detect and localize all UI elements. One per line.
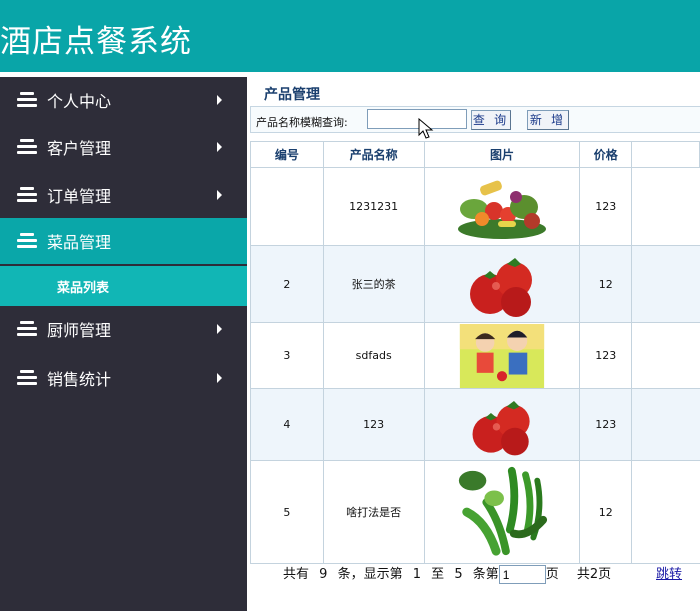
pager-page-prefix: 条第 (472, 567, 499, 582)
cell-id: 2 (250, 245, 324, 323)
vegetable-assortment-image[interactable] (451, 168, 552, 245)
table-header-row: 编号 产品名称 图片 价格 (250, 141, 700, 168)
sidebar-item-label: 客户管理 (47, 139, 112, 158)
stack-icon (17, 139, 37, 155)
mouse-cursor-icon (418, 118, 434, 139)
submenu-item-dish-list[interactable]: 菜品列表 (0, 266, 247, 306)
product-table: 编号 产品名称 图片 价格 1231231 123 2 张三的茶 12 3 sd… (250, 141, 700, 564)
chevron-right-icon (217, 373, 222, 383)
sidebar-item-customers[interactable]: 客户管理 (0, 124, 247, 170)
green-peppers-image[interactable] (452, 463, 552, 561)
column-header-actions (631, 141, 700, 168)
pager-to-word: 至 (431, 567, 445, 582)
cell-actions (631, 167, 700, 246)
table-row: 4 123 123 (250, 388, 700, 461)
sidebar-item-orders[interactable]: 订单管理 (0, 172, 247, 218)
cell-price: 12 (579, 245, 633, 323)
table-row: 5 啥打法是否 12 (250, 460, 700, 564)
query-button[interactable]: 查 询 (471, 110, 511, 130)
sidebar-item-dishes[interactable]: 菜品管理 (0, 218, 247, 264)
search-bar: 产品名称模糊查询: 查 询 新 增 (250, 106, 700, 133)
chevron-right-icon (217, 190, 222, 200)
cell-id: 4 (250, 388, 324, 461)
cell-actions (631, 322, 700, 389)
cell-actions (631, 460, 700, 564)
cell-name: 啥打法是否 (322, 460, 425, 564)
chevron-right-icon (217, 95, 222, 105)
app-title: 酒店点餐系统 (0, 24, 192, 60)
stack-icon (17, 370, 37, 386)
column-header-id: 编号 (250, 141, 324, 168)
sidebar-item-personal-center[interactable]: 个人中心 (0, 77, 247, 123)
pagination: 共有 9 条，显示第 1 至 5 条第 页 共2页 (283, 563, 611, 584)
search-label: 产品名称模糊查询: (256, 116, 348, 129)
cell-actions (631, 388, 700, 461)
sidebar: 个人中心 客户管理 订单管理 菜品管理 菜品列表 厨师管理 销售统计 (0, 77, 247, 611)
chevron-right-icon (217, 324, 222, 334)
cell-name: sdfads (322, 322, 425, 389)
table-row: 1231231 123 (250, 167, 700, 246)
tomatoes-image[interactable] (451, 246, 552, 322)
main-content: 产品管理 产品名称模糊查询: 查 询 新 增 编号 产品名称 图片 价格 123… (247, 77, 700, 611)
cell-price: 123 (579, 388, 633, 461)
cell-id: 5 (250, 460, 324, 564)
cell-price: 123 (579, 322, 633, 389)
cell-id: 3 (250, 322, 324, 389)
cell-price: 12 (579, 460, 633, 564)
stack-icon (17, 233, 37, 249)
table-row: 3 sdfads 123 (250, 322, 700, 389)
add-button[interactable]: 新 增 (527, 110, 569, 130)
cell-image (423, 322, 581, 389)
top-header: 酒店点餐系统 (0, 0, 700, 72)
sidebar-item-label: 厨师管理 (47, 321, 112, 340)
stack-icon (17, 187, 37, 203)
stack-icon (17, 321, 37, 337)
column-header-price: 价格 (579, 141, 633, 168)
cell-image (423, 460, 581, 564)
cell-actions (631, 245, 700, 323)
sidebar-item-chefs[interactable]: 厨师管理 (0, 306, 247, 352)
cell-name: 张三的茶 (322, 245, 425, 323)
cell-image (423, 245, 581, 323)
jump-link[interactable]: 跳转 (656, 563, 682, 582)
page-title: 产品管理 (264, 87, 320, 103)
sidebar-item-label: 销售统计 (47, 370, 112, 389)
page-number-input[interactable] (498, 565, 546, 584)
cell-name: 1231231 (322, 167, 425, 246)
column-header-image: 图片 (423, 141, 581, 168)
cell-id (250, 167, 324, 246)
sidebar-item-sales-stats[interactable]: 销售统计 (0, 355, 247, 401)
table-row: 2 张三的茶 12 (250, 245, 700, 323)
pager-total-pages: 共2页 (576, 567, 612, 582)
tomatoes-image[interactable] (452, 389, 552, 460)
cell-image (423, 167, 581, 246)
chevron-right-icon (217, 142, 222, 152)
pager-from: 1 (412, 567, 422, 582)
pager-count-suffix: 条，显示第 (337, 567, 403, 582)
pager-page-suffix: 页 (545, 567, 559, 582)
sidebar-item-label: 菜品管理 (47, 233, 112, 252)
stack-icon (17, 92, 37, 108)
sidebar-item-label: 个人中心 (47, 92, 112, 111)
column-header-name: 产品名称 (322, 141, 425, 168)
pager-total-count: 9 (319, 567, 328, 582)
cell-price: 123 (579, 167, 633, 246)
sidebar-item-label: 订单管理 (47, 187, 112, 206)
cell-image (423, 388, 581, 461)
submenu-item-label: 菜品列表 (57, 281, 110, 296)
cartoon-children-image[interactable] (452, 323, 552, 388)
cell-name: 123 (322, 388, 425, 461)
search-input[interactable] (367, 109, 467, 129)
pager-to: 5 (454, 567, 463, 582)
pager-total-prefix: 共有 (283, 567, 310, 582)
